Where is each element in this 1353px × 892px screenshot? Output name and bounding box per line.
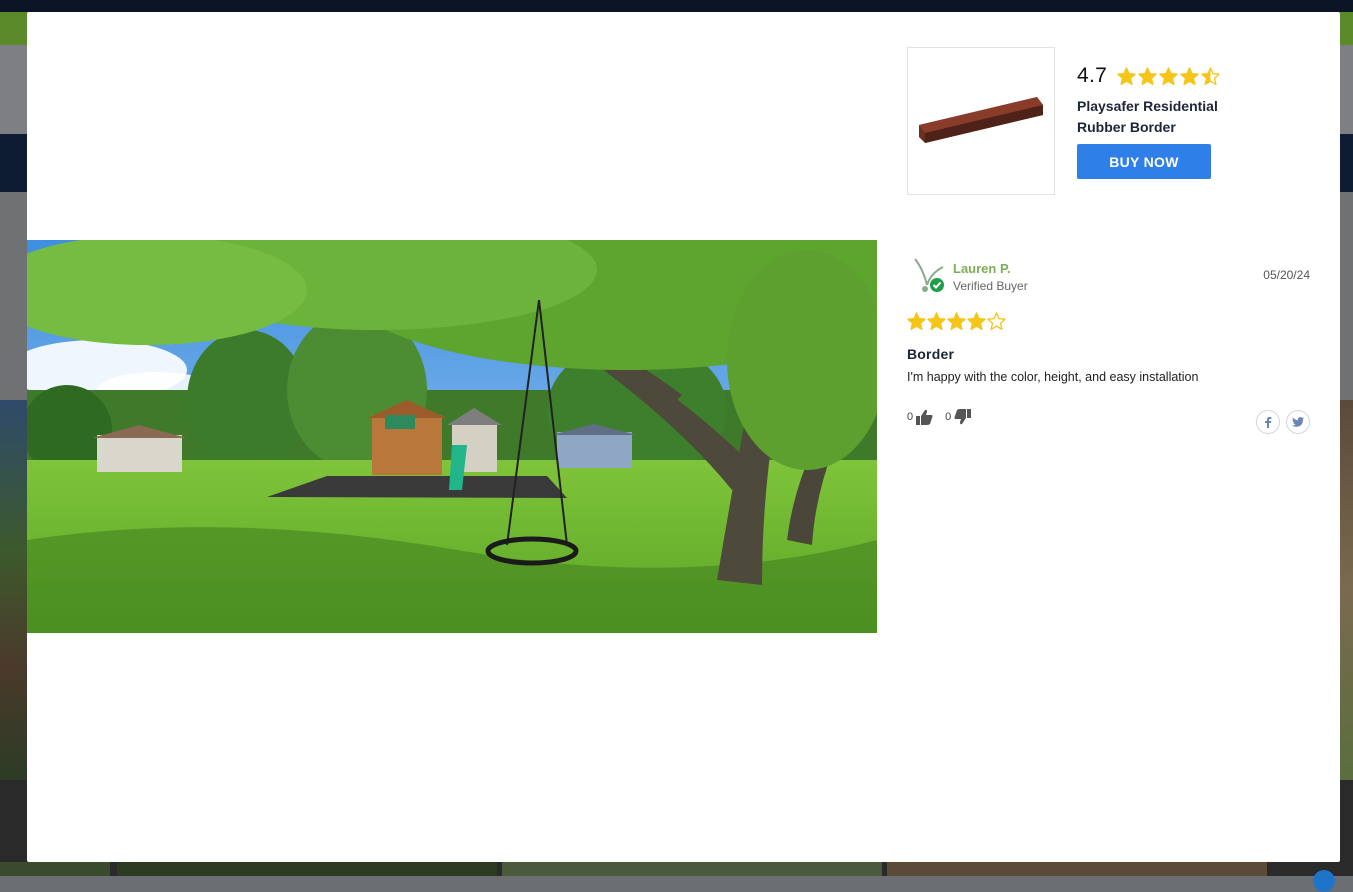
- star-full-icon: [947, 312, 966, 331]
- review-photo: [27, 240, 877, 633]
- product-name[interactable]: Playsafer Residential Rubber Border: [1077, 96, 1257, 138]
- facebook-icon: [1265, 417, 1272, 428]
- twitter-share-button[interactable]: [1286, 410, 1310, 434]
- background-thumb: [0, 862, 110, 876]
- review-date: 05/20/24: [1263, 268, 1310, 282]
- star-empty-icon: [987, 312, 1006, 331]
- rating-stars: [1117, 66, 1220, 86]
- product-image[interactable]: [907, 47, 1055, 195]
- review-title: Border: [907, 346, 955, 362]
- product-rating: 4.7: [1077, 64, 1220, 88]
- rubber-border-image: [919, 97, 1043, 143]
- star-full-icon: [1180, 66, 1199, 85]
- star-full-icon: [927, 312, 946, 331]
- buy-now-button[interactable]: BUY NOW: [1077, 144, 1211, 179]
- background-thumb: [887, 862, 1267, 876]
- thumbs-up-count: 0: [907, 411, 914, 423]
- star-full-icon: [1138, 66, 1157, 85]
- reviewer-avatar: [914, 258, 944, 292]
- thumbs-down-icon: [954, 409, 972, 425]
- review-body: I'm happy with the color, height, and ea…: [907, 370, 1199, 384]
- star-full-icon: [1117, 66, 1136, 85]
- background-thumb: [117, 862, 497, 876]
- thumbs-down-count: 0: [945, 411, 952, 423]
- star-full-icon: [1159, 66, 1178, 85]
- thumbs-up-icon: [916, 409, 933, 425]
- review-votes: 0 0: [907, 409, 983, 425]
- share-buttons: [1256, 410, 1310, 434]
- thumbs-up-button[interactable]: 0: [907, 409, 933, 425]
- chat-launcher-icon[interactable]: [1313, 870, 1335, 892]
- twitter-icon: [1292, 417, 1304, 427]
- star-half-icon: [1201, 66, 1220, 85]
- reviewer-name: Lauren P.: [953, 261, 1011, 276]
- thumbs-down-button[interactable]: 0: [945, 409, 972, 425]
- rating-value: 4.7: [1077, 64, 1108, 87]
- verified-buyer-label: Verified Buyer: [953, 279, 1028, 293]
- background-photo-right: [1339, 400, 1353, 780]
- star-full-icon: [967, 312, 986, 331]
- background-photo-left: [0, 400, 28, 780]
- background-top-bar: [0, 0, 1353, 12]
- review-modal: 4.7 Playsafer Residential Rubber Border …: [27, 12, 1340, 862]
- review-stars: [907, 312, 1006, 331]
- background-thumb: [502, 862, 882, 876]
- star-full-icon: [907, 312, 926, 331]
- facebook-share-button[interactable]: [1256, 410, 1280, 434]
